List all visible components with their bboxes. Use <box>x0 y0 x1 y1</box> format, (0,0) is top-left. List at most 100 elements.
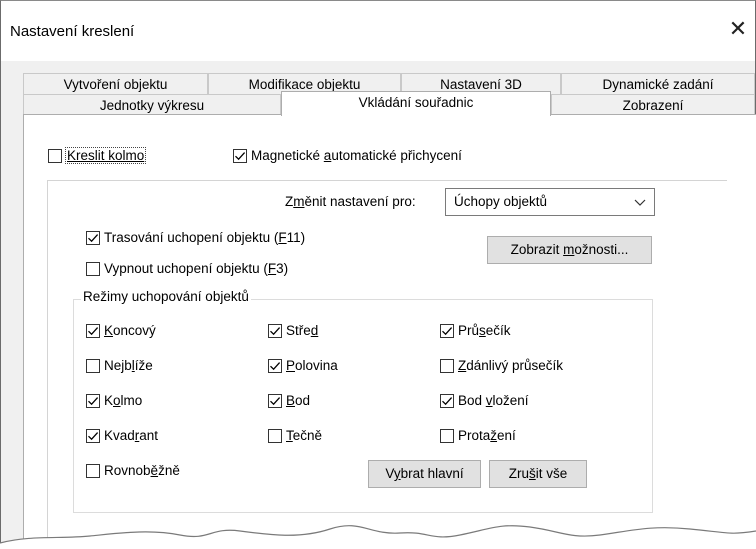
label-accel: B <box>286 393 296 408</box>
label-part: it vše <box>535 466 568 481</box>
label-accel: T <box>286 428 293 443</box>
snap-label: Bod <box>286 393 310 408</box>
checkbox-box <box>86 393 100 408</box>
snap-label: Průsečík <box>458 323 511 338</box>
drafting-settings-dialog: Nastavení kreslení ✕ Vytvoření objektu M… <box>0 0 756 549</box>
tab-zobrazeni[interactable]: Zobrazení <box>551 94 755 116</box>
snap-label: Tečně <box>286 428 322 443</box>
label-part: ení <box>497 428 516 443</box>
tab-vytvoreni-objektu[interactable]: Vytvoření objektu <box>23 73 208 95</box>
checkbox-box <box>86 463 100 478</box>
snap-bod-checkbox[interactable]: Bod <box>268 393 310 408</box>
checkbox-box <box>48 148 62 163</box>
label-part: ant <box>139 428 159 443</box>
checkmark-icon <box>88 431 99 440</box>
snap-nejblize-checkbox[interactable]: Nejblíže <box>86 358 153 373</box>
snap-label: Kvadrant <box>104 428 158 443</box>
snap-kolmo-checkbox[interactable]: Kolmo <box>86 393 142 408</box>
snap-bod-vlozeni-checkbox[interactable]: Bod vložení <box>440 393 529 408</box>
label-accel: m <box>293 194 305 209</box>
object-snap-tracking-checkbox[interactable]: Trasování uchopení objektu (F11) <box>86 230 305 245</box>
label-part: ožnosti... <box>574 242 629 257</box>
snap-koncovy-checkbox[interactable]: Koncový <box>86 323 156 338</box>
checkmark-icon <box>88 233 99 242</box>
checkbox-box <box>268 358 282 373</box>
label-part: Nejb <box>104 358 132 373</box>
magnet-snap-label: Magnetické automatické přichycení <box>251 148 462 163</box>
label-accel: d <box>310 323 319 338</box>
tab-label: Modifikace objektu <box>248 77 361 92</box>
tab-vkladani-souradnic[interactable]: Vkládání souřadnic <box>281 91 551 116</box>
label-part: K <box>104 393 114 408</box>
checkbox-box <box>268 393 282 408</box>
checkmark-icon <box>88 326 99 335</box>
checkmark-icon <box>270 361 281 370</box>
label-part: Prů <box>458 323 480 338</box>
label-accel: F <box>278 230 287 245</box>
checkbox-box <box>440 323 454 338</box>
tab-dynamicke-zadani[interactable]: Dynamické zadání <box>561 73 755 95</box>
label-part: olovina <box>295 358 338 373</box>
snap-modes-group-label: Režimy uchopování objektů <box>81 289 251 304</box>
checkbox-box <box>268 323 282 338</box>
tab-label: Dynamické zadání <box>602 77 714 92</box>
disable-object-snap-checkbox[interactable]: Vypnout uchopení objektu (F3) <box>86 261 288 276</box>
tab-label: Jednotky výkresu <box>99 98 205 113</box>
label-part: Prota <box>458 428 491 443</box>
label-part: ečně <box>292 428 323 443</box>
magnet-snap-checkbox[interactable]: Magnetické automatické přichycení <box>233 148 462 163</box>
tab-jednotky-vykresu[interactable]: Jednotky výkresu <box>23 94 281 116</box>
label-part: utomatické přichycení <box>331 148 462 163</box>
label-accel: m <box>563 242 575 257</box>
label-part: Magnetické <box>251 148 324 163</box>
snap-stred-checkbox[interactable]: Střed <box>268 323 318 338</box>
snap-zdanlivy-prusecik-checkbox[interactable]: Zdánlivý průsečík <box>440 358 563 373</box>
label-part: ečík <box>485 323 511 338</box>
label-part: ložení <box>492 393 529 408</box>
ortho-checkbox[interactable]: Kreslit kolmo <box>48 147 147 164</box>
label-part: žně <box>158 463 180 478</box>
label-accel: K <box>104 323 114 338</box>
checkmark-icon <box>442 326 453 335</box>
change-settings-select[interactable]: Úchopy objektů <box>445 188 655 216</box>
label-part: Rovnob <box>104 463 151 478</box>
show-options-button[interactable]: Zobrazit možnosti... <box>487 236 652 264</box>
snap-rovnobezne-checkbox[interactable]: Rovnoběžně <box>86 463 180 478</box>
title-bar: Nastavení kreslení ✕ <box>1 1 755 61</box>
label-accel: o <box>113 393 121 408</box>
label-accel: v <box>485 393 493 408</box>
label-accel: P <box>286 358 296 373</box>
disable-object-snap-label: Vypnout uchopení objektu (F3) <box>104 261 288 276</box>
label-part: Zru <box>508 466 529 481</box>
checkbox-box <box>233 148 247 163</box>
label-part: ěnit nastavení pro: <box>304 194 416 209</box>
label-accel: s <box>479 323 486 338</box>
ortho-label: Kreslit kolmo <box>64 147 147 164</box>
label-part: 11) <box>286 230 306 245</box>
torn-edge-decoration <box>0 525 756 549</box>
label-part: od <box>295 393 311 408</box>
checkbox-box <box>86 261 100 276</box>
checkbox-box <box>440 358 454 373</box>
select-all-button[interactable]: Vybrat hlavní <box>368 460 481 488</box>
snap-polovina-checkbox[interactable]: Polovina <box>268 358 338 373</box>
clear-all-button[interactable]: Zrušit vše <box>489 460 587 488</box>
snap-prusecik-checkbox[interactable]: Průsečík <box>440 323 511 338</box>
tab-label: Zobrazení <box>622 98 684 113</box>
object-snap-tracking-label: Trasování uchopení objektu (F11) <box>104 230 305 245</box>
checkbox-box <box>268 428 282 443</box>
checkbox-box <box>86 428 100 443</box>
snap-kvadrant-checkbox[interactable]: Kvadrant <box>86 428 158 443</box>
snap-protazeni-checkbox[interactable]: Protažení <box>440 428 516 443</box>
checkmark-icon <box>88 396 99 405</box>
snap-tecne-checkbox[interactable]: Tečně <box>268 428 322 443</box>
snap-label: Rovnoběžně <box>104 463 180 478</box>
close-icon[interactable]: ✕ <box>725 15 751 45</box>
label-accel: Z <box>458 358 467 373</box>
label-accel: š <box>528 466 536 481</box>
label-part: dánlivý průsečík <box>466 358 564 373</box>
snap-label: Protažení <box>458 428 516 443</box>
label-part: brat hlavní <box>400 466 464 481</box>
checkbox-box <box>86 323 100 338</box>
snap-label: Střed <box>286 323 318 338</box>
